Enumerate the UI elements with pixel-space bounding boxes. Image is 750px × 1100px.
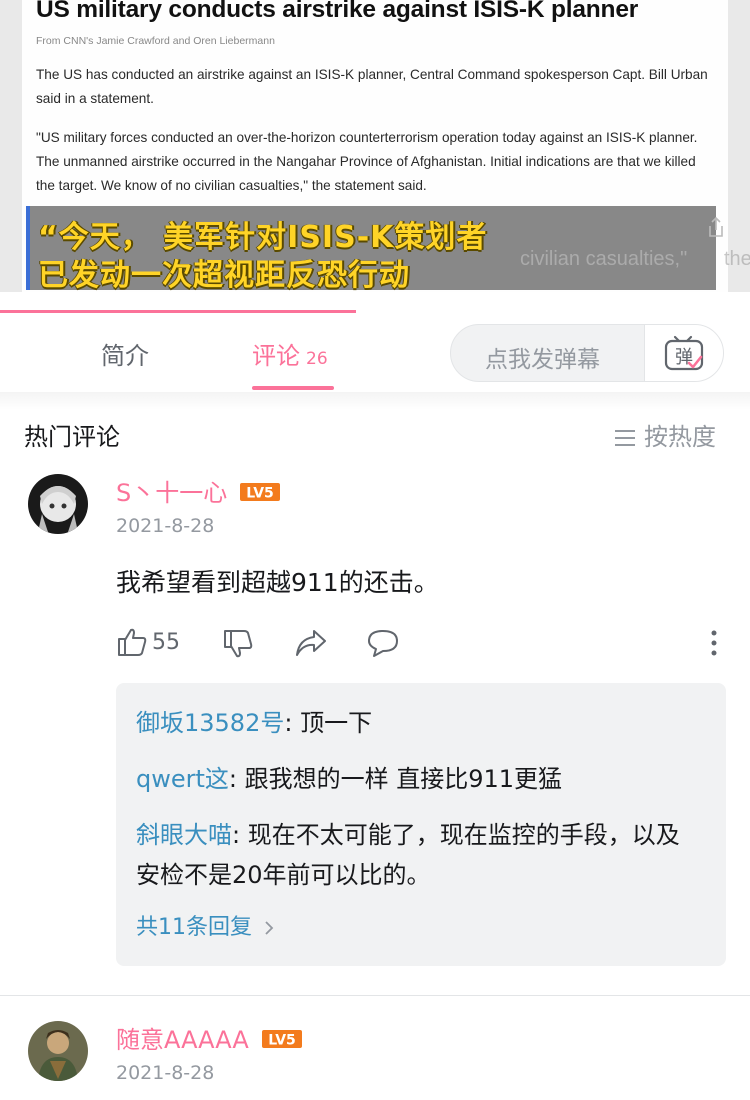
hot-comments-title: 热门评论 [24,423,120,451]
reply-text: : 跟我想的一样 直接比911更猛 [228,765,563,793]
reply-item: qwert这: 跟我想的一样 直接比911更猛 [136,759,696,799]
video-ghost-text-2: the [724,248,750,270]
video-player[interactable]: US military conducts airstrike against I… [0,0,750,292]
article-paragraph-2: "US military forces conducted an over-th… [36,130,698,193]
video-ghost-text: civilian casualties," [520,248,688,270]
username-text: S丶十一心 [116,479,228,507]
level-badge-text: LV5 [246,486,274,502]
tab-bar-divider [0,392,750,410]
danmaku-toggle-button[interactable]: 弹 [644,325,723,381]
avatar[interactable] [28,474,88,534]
video-progress-bar[interactable] [0,310,357,313]
replies-preview[interactable]: 御坂13582号: 顶一下 qwert这: 跟我想的一样 直接比911更猛 斜眼… [116,683,726,966]
avatar-anime-icon [28,474,88,534]
danmaku-input[interactable]: 点我发弹幕 弹 [450,324,724,382]
chevron-right-icon [265,921,274,935]
reply-text: : 顶一下 [284,709,373,737]
article-paragraph-1: The US has conducted an airstrike agains… [36,67,708,106]
article-headline: US military conducts airstrike against I… [36,0,639,23]
comment-date: 2021-8-28 [116,1062,215,1084]
reply-username[interactable]: 斜眼大喵 [136,821,232,849]
level-badge-icon: LV5 [261,1030,302,1049]
dislike-icon[interactable] [222,628,254,660]
reply-item: 斜眼大喵: 现在不太可能了，现在监控的手段，以及安检不是20年前可以比的。 [136,815,696,895]
more-options-icon[interactable] [710,630,718,656]
tab-intro-label: 简介 [101,342,149,370]
tab-comments-count: 26 [306,349,328,369]
article-byline: From CNN's Jamie Crawford and Oren Liebe… [36,35,275,47]
avatar-portrait-icon [28,1021,88,1081]
avatar[interactable] [28,1021,88,1081]
more-replies-label: 共11条回复 [136,915,252,940]
reply-bubble-icon[interactable] [366,628,400,658]
level-badge-text: LV5 [268,1033,296,1049]
like-count: 55 [152,630,180,655]
subtitle-line-2: 已发动一次超视距反恐行动 [38,258,410,292]
sort-icon [615,430,635,446]
reply-username[interactable]: 御坂13582号 [136,709,284,737]
comment-text: 我希望看到超越911的还击。 [116,568,439,597]
reply-item: 御坂13582号: 顶一下 [136,703,696,743]
sort-by-heat-button[interactable]: 按热度 [614,417,716,452]
share-comment-icon[interactable] [294,628,328,658]
tab-active-indicator [252,386,334,390]
comment-separator [0,995,750,996]
comment-date: 2021-8-28 [116,515,215,537]
reply-username[interactable]: qwert这 [136,765,229,793]
share-icon[interactable] [706,216,726,238]
like-icon[interactable] [116,626,148,658]
username-text: 随意AAAAA [116,1026,249,1054]
video-letterbox-left [0,0,22,292]
level-badge-icon: LV5 [240,483,281,502]
danmaku-tv-icon: 弹 [664,335,704,371]
comment-username[interactable]: 随意AAAAA LV5 [116,1020,303,1055]
tab-intro[interactable]: 简介 [101,336,149,371]
view-more-replies-link[interactable]: 共11条回复 [136,909,275,941]
tab-comments[interactable]: 评论 26 [252,336,328,371]
danmaku-placeholder: 点我发弹幕 [485,347,600,373]
tab-comments-label: 评论 [252,342,300,370]
comment-username[interactable]: S丶十一心 LV5 [116,473,281,508]
sort-label: 按热度 [644,423,716,451]
